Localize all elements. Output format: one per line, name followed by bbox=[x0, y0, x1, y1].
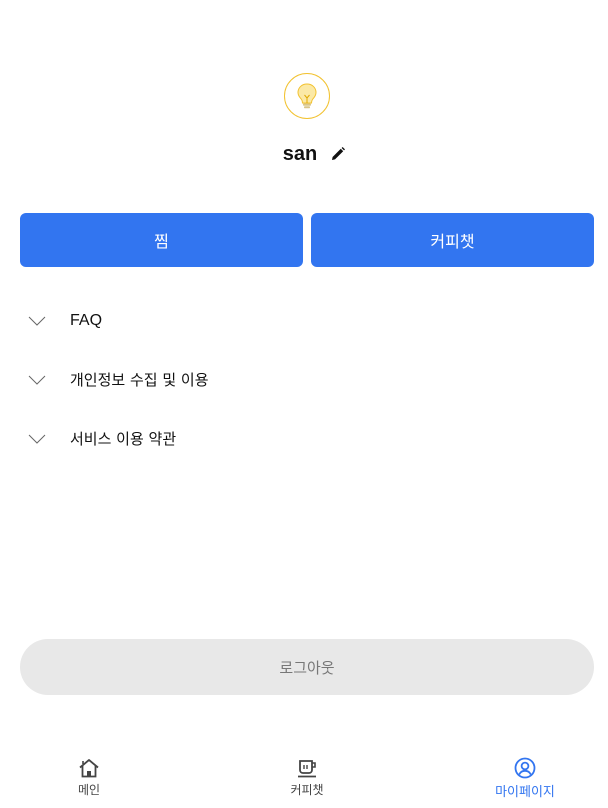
nav-item-main[interactable]: 메인 bbox=[39, 756, 139, 798]
pencil-icon bbox=[332, 147, 346, 160]
nav-label: 마이페이지 bbox=[495, 785, 555, 800]
coffee-cup-icon bbox=[295, 756, 319, 780]
nav-item-my-page[interactable]: 마이페이지 bbox=[475, 756, 575, 800]
nav-label: 커피챗 bbox=[290, 783, 324, 797]
nav-label: 메인 bbox=[77, 783, 101, 797]
logout-button[interactable]: 로그아웃 bbox=[20, 639, 594, 695]
profile-name-row: san bbox=[0, 140, 608, 168]
accordion-item-faq[interactable]: FAQ bbox=[20, 291, 594, 350]
home-icon bbox=[77, 756, 101, 780]
edit-name-button[interactable] bbox=[329, 145, 347, 163]
username: san bbox=[282, 142, 318, 165]
accordion-item-label: FAQ bbox=[70, 311, 103, 329]
accordion-item-terms[interactable]: 서비스 이용 약관 bbox=[20, 409, 594, 468]
chevron-down-icon bbox=[24, 430, 50, 448]
nav-item-coffee-chat[interactable]: 커피챗 bbox=[257, 756, 357, 798]
user-circle-icon bbox=[513, 756, 537, 780]
info-accordion: FAQ 개인정보 수집 및 이용 서비스 이용 약관 bbox=[20, 291, 594, 468]
chevron-down-icon bbox=[24, 312, 50, 330]
accordion-item-label: 개인정보 수집 및 이용 bbox=[70, 371, 209, 389]
accordion-item-privacy[interactable]: 개인정보 수집 및 이용 bbox=[20, 350, 594, 409]
avatar bbox=[284, 73, 330, 119]
favorites-button[interactable]: 찜 bbox=[20, 213, 303, 267]
bottom-nav: 메인 커피챗 마이페이지 bbox=[0, 750, 608, 808]
profile-actions: 찜 커피챗 bbox=[20, 213, 594, 267]
coffee-chat-button[interactable]: 커피챗 bbox=[311, 213, 594, 267]
accordion-item-label: 서비스 이용 약관 bbox=[70, 430, 177, 448]
lightbulb-icon bbox=[297, 83, 317, 109]
chevron-down-icon bbox=[24, 371, 50, 389]
